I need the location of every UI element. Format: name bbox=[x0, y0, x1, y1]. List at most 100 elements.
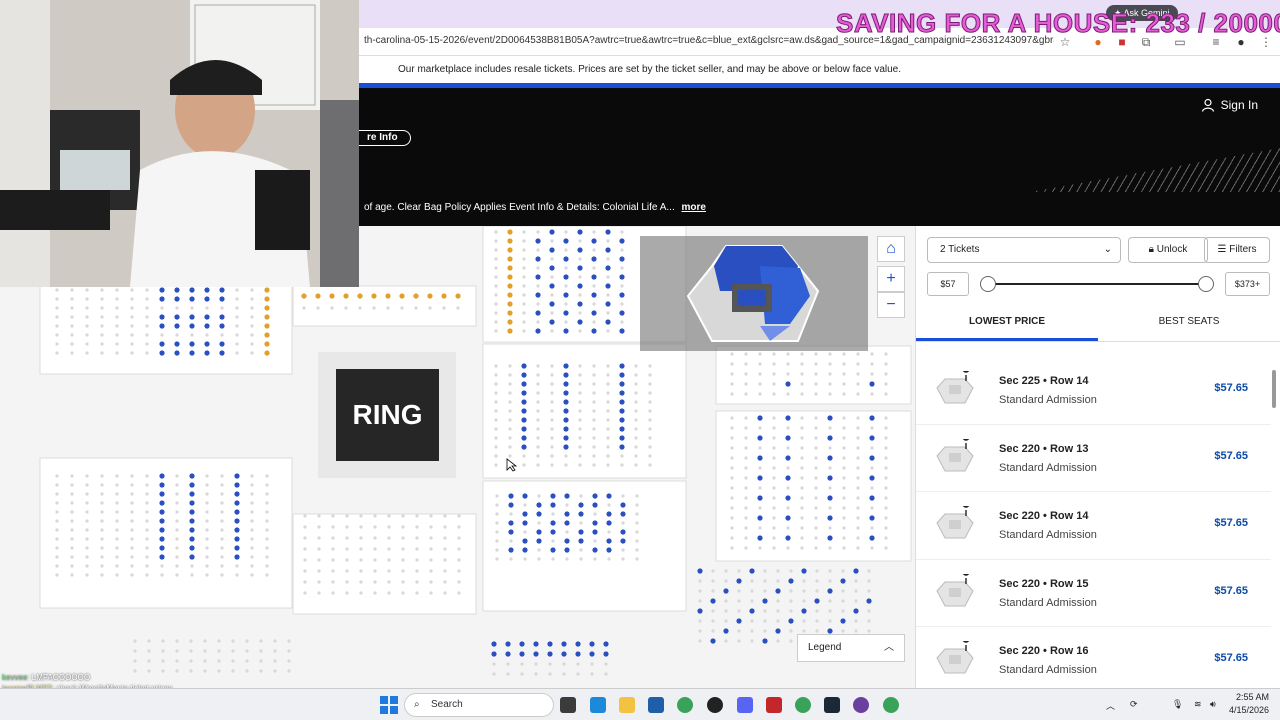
seat[interactable] bbox=[315, 293, 321, 299]
seat[interactable] bbox=[264, 305, 270, 311]
seat[interactable] bbox=[785, 435, 791, 441]
seat[interactable] bbox=[174, 287, 180, 293]
seat[interactable] bbox=[329, 293, 335, 299]
seat[interactable] bbox=[563, 238, 569, 244]
seat[interactable] bbox=[264, 350, 270, 356]
seat[interactable] bbox=[869, 381, 875, 387]
seat[interactable] bbox=[234, 473, 240, 479]
seat[interactable] bbox=[619, 435, 625, 441]
seat[interactable] bbox=[853, 568, 859, 574]
seat[interactable] bbox=[591, 256, 597, 262]
seat[interactable] bbox=[491, 641, 497, 647]
seat[interactable] bbox=[189, 473, 195, 479]
seat[interactable] bbox=[619, 328, 625, 334]
seat[interactable] bbox=[578, 538, 584, 544]
seat[interactable] bbox=[736, 618, 742, 624]
seat[interactable] bbox=[785, 515, 791, 521]
seat[interactable] bbox=[547, 651, 553, 657]
seat[interactable] bbox=[563, 426, 569, 432]
task-view-icon[interactable] bbox=[560, 697, 576, 713]
seat[interactable] bbox=[550, 547, 556, 553]
seat[interactable] bbox=[578, 511, 584, 517]
seat[interactable] bbox=[749, 608, 755, 614]
seat[interactable] bbox=[592, 520, 598, 526]
seat[interactable] bbox=[606, 511, 612, 517]
seat[interactable] bbox=[605, 301, 611, 307]
seat[interactable] bbox=[505, 651, 511, 657]
seat[interactable] bbox=[840, 578, 846, 584]
seat[interactable] bbox=[547, 641, 553, 647]
seat[interactable] bbox=[521, 381, 527, 387]
seat[interactable] bbox=[578, 502, 584, 508]
seat[interactable] bbox=[697, 608, 703, 614]
seat[interactable] bbox=[827, 475, 833, 481]
seat[interactable] bbox=[619, 238, 625, 244]
seat[interactable] bbox=[549, 247, 555, 253]
seat[interactable] bbox=[159, 536, 165, 542]
seat[interactable] bbox=[575, 641, 581, 647]
seat[interactable] bbox=[521, 444, 527, 450]
seat[interactable] bbox=[264, 296, 270, 302]
seat[interactable] bbox=[710, 638, 716, 644]
seat[interactable] bbox=[592, 502, 598, 508]
seat[interactable] bbox=[723, 588, 729, 594]
obs-icon[interactable] bbox=[707, 697, 723, 713]
seat[interactable] bbox=[174, 296, 180, 302]
seat[interactable] bbox=[343, 293, 349, 299]
microphone-icon[interactable]: 🎙︎ bbox=[1172, 699, 1183, 710]
seat[interactable] bbox=[785, 415, 791, 421]
price-slider-max-handle[interactable] bbox=[1198, 276, 1214, 292]
more-link[interactable]: more bbox=[682, 202, 706, 213]
seat[interactable] bbox=[159, 473, 165, 479]
venue-minimap[interactable] bbox=[640, 236, 868, 351]
seat[interactable] bbox=[591, 310, 597, 316]
seat[interactable] bbox=[522, 511, 528, 517]
seat[interactable] bbox=[385, 293, 391, 299]
seat[interactable] bbox=[564, 547, 570, 553]
seat[interactable] bbox=[605, 319, 611, 325]
seat[interactable] bbox=[507, 283, 513, 289]
seat[interactable] bbox=[159, 491, 165, 497]
seat[interactable] bbox=[620, 538, 626, 544]
seat[interactable] bbox=[550, 493, 556, 499]
seat[interactable] bbox=[455, 293, 461, 299]
seat[interactable] bbox=[619, 417, 625, 423]
seat[interactable] bbox=[775, 628, 781, 634]
seat[interactable] bbox=[507, 256, 513, 262]
seat[interactable] bbox=[563, 408, 569, 414]
network-icon[interactable]: ⟳ bbox=[1130, 699, 1138, 710]
seat[interactable] bbox=[189, 341, 195, 347]
seat[interactable] bbox=[535, 256, 541, 262]
chrome-profile-icon[interactable] bbox=[883, 697, 899, 713]
seat[interactable] bbox=[757, 515, 763, 521]
seat[interactable] bbox=[577, 247, 583, 253]
seat[interactable] bbox=[563, 274, 569, 280]
seat[interactable] bbox=[589, 651, 595, 657]
listing-item[interactable]: Sec 220 • Row 16 Standard Admission $57.… bbox=[916, 627, 1271, 695]
seat[interactable] bbox=[619, 426, 625, 432]
seat[interactable] bbox=[619, 399, 625, 405]
seat[interactable] bbox=[757, 475, 763, 481]
seat[interactable] bbox=[189, 527, 195, 533]
seat[interactable] bbox=[591, 328, 597, 334]
seat[interactable] bbox=[535, 238, 541, 244]
seat[interactable] bbox=[869, 475, 875, 481]
seat[interactable] bbox=[234, 491, 240, 497]
clock-date[interactable]: 4/15/2026 bbox=[1229, 705, 1269, 715]
seat[interactable] bbox=[371, 293, 377, 299]
volume-icon[interactable]: 🔊︎ bbox=[1210, 699, 1216, 710]
file-explorer-icon[interactable] bbox=[619, 697, 635, 713]
seat[interactable] bbox=[603, 641, 609, 647]
seat[interactable] bbox=[762, 638, 768, 644]
seat[interactable] bbox=[785, 381, 791, 387]
seat[interactable] bbox=[441, 293, 447, 299]
seat[interactable] bbox=[535, 310, 541, 316]
seat[interactable] bbox=[550, 520, 556, 526]
seat[interactable] bbox=[785, 535, 791, 541]
seat[interactable] bbox=[413, 293, 419, 299]
seat[interactable] bbox=[536, 502, 542, 508]
sign-in-button[interactable]: Sign In bbox=[1201, 98, 1258, 112]
seat[interactable] bbox=[749, 568, 755, 574]
tray-chevron-icon[interactable]: ︿ bbox=[1106, 699, 1115, 712]
seat[interactable] bbox=[827, 435, 833, 441]
